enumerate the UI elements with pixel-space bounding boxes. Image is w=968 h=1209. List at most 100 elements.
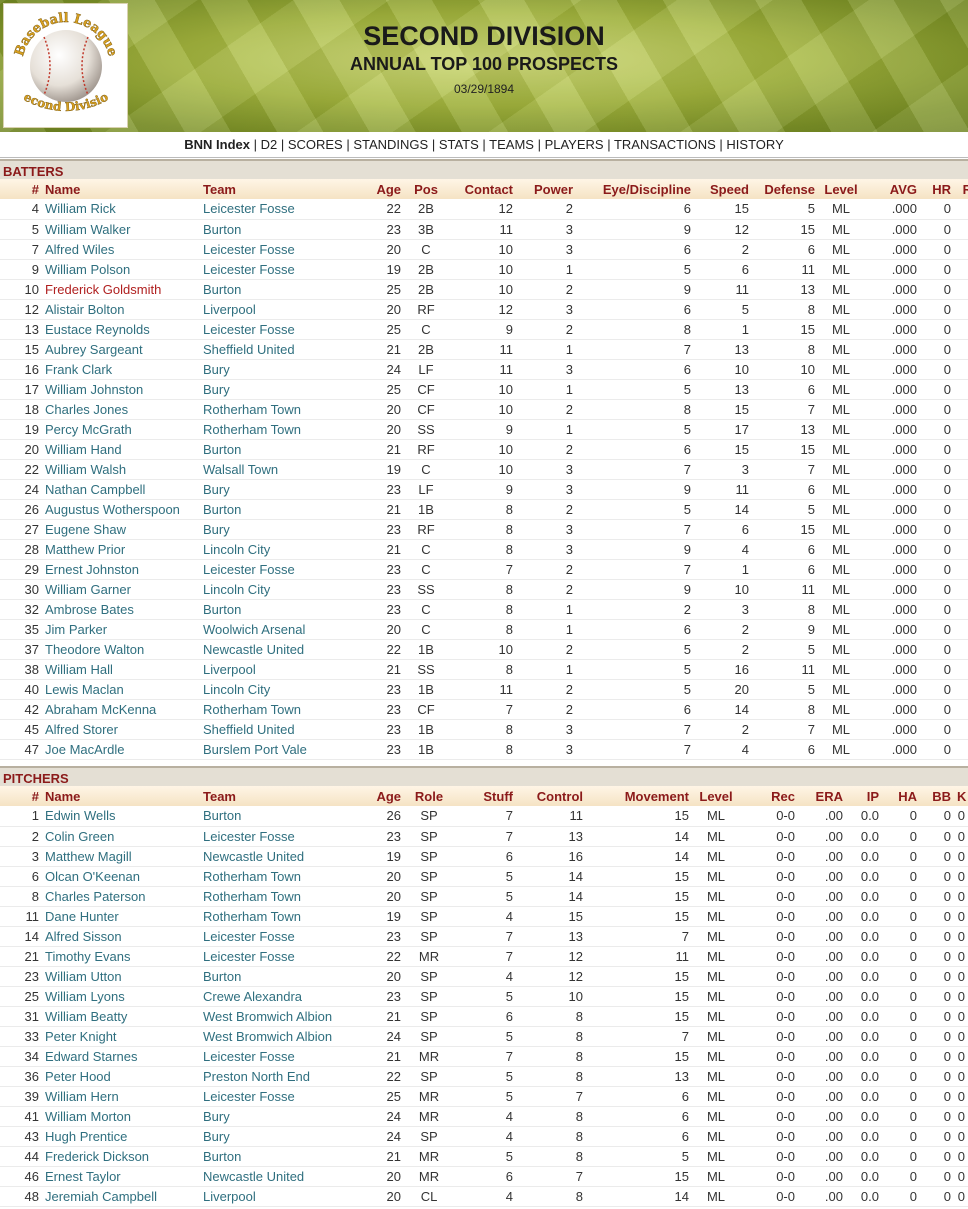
team-name-link[interactable]: Crewe Alexandra — [200, 986, 348, 1007]
column-header-age[interactable]: Age — [348, 786, 404, 806]
player-name-link[interactable]: William Walsh — [42, 459, 200, 480]
player-name-link[interactable]: Joe MacArdle — [42, 739, 200, 760]
column-header-role[interactable]: Role — [404, 786, 454, 806]
nav-link-players[interactable]: PLAYERS — [545, 137, 604, 152]
player-name-link[interactable]: William Morton — [42, 1106, 200, 1127]
team-name-link[interactable]: Newcastle United — [200, 639, 348, 660]
team-name-link[interactable]: Leicester Fosse — [200, 259, 348, 280]
team-name-link[interactable]: Leicester Fosse — [200, 239, 348, 260]
player-name-link[interactable]: Jeremiah Campbell — [42, 1186, 200, 1207]
team-name-link[interactable]: Burton — [200, 499, 348, 520]
team-name-link[interactable]: Rotherham Town — [200, 906, 348, 927]
team-name-link[interactable]: Walsall Town — [200, 459, 348, 480]
player-name-link[interactable]: Aubrey Sargeant — [42, 339, 200, 360]
column-header-eye-discipline[interactable]: Eye/Discipline — [576, 179, 694, 199]
team-name-link[interactable]: Burton — [200, 219, 348, 240]
team-name-link[interactable]: Leicester Fosse — [200, 199, 348, 220]
player-name-link[interactable]: William Rick — [42, 199, 200, 220]
nav-link-history[interactable]: HISTORY — [726, 137, 783, 152]
team-name-link[interactable]: Bury — [200, 379, 348, 400]
column-header-speed[interactable]: Speed — [694, 179, 752, 199]
column-header-team[interactable]: Team — [200, 179, 348, 199]
team-name-link[interactable]: Burton — [200, 439, 348, 460]
team-name-link[interactable]: Burton — [200, 806, 348, 827]
team-name-link[interactable]: Leicester Fosse — [200, 319, 348, 340]
column-header-pos[interactable]: Pos — [404, 179, 448, 199]
player-name-link[interactable]: William Garner — [42, 579, 200, 600]
player-name-link[interactable]: Ernest Taylor — [42, 1166, 200, 1187]
player-name-link[interactable]: Ernest Johnston — [42, 559, 200, 580]
column-header-defense[interactable]: Defense — [752, 179, 818, 199]
player-name-link[interactable]: Percy McGrath — [42, 419, 200, 440]
player-name-link[interactable]: Olcan O'Keenan — [42, 866, 200, 887]
nav-link-teams[interactable]: TEAMS — [489, 137, 534, 152]
team-name-link[interactable]: Lincoln City — [200, 579, 348, 600]
column-header-level[interactable]: Level — [692, 786, 740, 806]
player-name-link[interactable]: Edward Starnes — [42, 1046, 200, 1067]
column-header-hr[interactable]: HR — [920, 179, 954, 199]
team-name-link[interactable]: Leicester Fosse — [200, 826, 348, 847]
team-name-link[interactable]: Bury — [200, 479, 348, 500]
player-name-link[interactable]: Charles Jones — [42, 399, 200, 420]
nav-link-d2[interactable]: D2 — [261, 137, 278, 152]
player-name-link[interactable]: Ambrose Bates — [42, 599, 200, 620]
player-name-link[interactable]: Nathan Campbell — [42, 479, 200, 500]
player-name-link[interactable]: William Polson — [42, 259, 200, 280]
team-name-link[interactable]: Rotherham Town — [200, 886, 348, 907]
player-name-link[interactable]: Augustus Wotherspoon — [42, 499, 200, 520]
column-header-age[interactable]: Age — [348, 179, 404, 199]
team-name-link[interactable]: Bury — [200, 519, 348, 540]
column-header-era[interactable]: ERA — [798, 786, 846, 806]
team-name-link[interactable]: Burton — [200, 966, 348, 987]
column-header-avg[interactable]: AVG — [864, 179, 920, 199]
player-name-link[interactable]: Frederick Goldsmith — [42, 279, 200, 300]
player-name-link[interactable]: Charles Paterson — [42, 886, 200, 907]
team-name-link[interactable]: Sheffield United — [200, 339, 348, 360]
column-header-stuff[interactable]: Stuff — [454, 786, 516, 806]
team-name-link[interactable]: Woolwich Arsenal — [200, 619, 348, 640]
team-name-link[interactable]: West Bromwich Albion — [200, 1006, 348, 1027]
column-header-k[interactable]: K — [954, 786, 968, 806]
player-name-link[interactable]: Colin Green — [42, 826, 200, 847]
column-header-level[interactable]: Level — [818, 179, 864, 199]
team-name-link[interactable]: Leicester Fosse — [200, 559, 348, 580]
team-name-link[interactable]: Sheffield United — [200, 719, 348, 740]
column-header-name[interactable]: Name — [42, 179, 200, 199]
player-name-link[interactable]: Theodore Walton — [42, 639, 200, 660]
player-name-link[interactable]: William Hern — [42, 1086, 200, 1107]
player-name-link[interactable]: William Lyons — [42, 986, 200, 1007]
team-name-link[interactable]: Burton — [200, 1146, 348, 1167]
column-header-rec[interactable]: Rec — [740, 786, 798, 806]
player-name-link[interactable]: Matthew Prior — [42, 539, 200, 560]
column-header-rbi[interactable]: RBI — [954, 179, 968, 199]
team-name-link[interactable]: Liverpool — [200, 659, 348, 680]
player-name-link[interactable]: Alfred Sisson — [42, 926, 200, 947]
team-name-link[interactable]: Rotherham Town — [200, 866, 348, 887]
team-name-link[interactable]: Newcastle United — [200, 846, 348, 867]
player-name-link[interactable]: Jim Parker — [42, 619, 200, 640]
player-name-link[interactable]: Alfred Storer — [42, 719, 200, 740]
team-name-link[interactable]: Liverpool — [200, 1186, 348, 1207]
player-name-link[interactable]: William Hall — [42, 659, 200, 680]
team-name-link[interactable]: Burton — [200, 599, 348, 620]
column-header-contact[interactable]: Contact — [448, 179, 516, 199]
player-name-link[interactable]: Alistair Bolton — [42, 299, 200, 320]
nav-link-transactions[interactable]: TRANSACTIONS — [614, 137, 716, 152]
team-name-link[interactable]: Preston North End — [200, 1066, 348, 1087]
column-header-ip[interactable]: IP — [846, 786, 882, 806]
team-name-link[interactable]: Leicester Fosse — [200, 1086, 348, 1107]
column-header-movement[interactable]: Movement — [586, 786, 692, 806]
player-name-link[interactable]: Alfred Wiles — [42, 239, 200, 260]
team-name-link[interactable]: Leicester Fosse — [200, 946, 348, 967]
column-header-team[interactable]: Team — [200, 786, 348, 806]
team-name-link[interactable]: Leicester Fosse — [200, 1046, 348, 1067]
player-name-link[interactable]: William Walker — [42, 219, 200, 240]
column-header-control[interactable]: Control — [516, 786, 586, 806]
column-header-bb[interactable]: BB — [920, 786, 954, 806]
player-name-link[interactable]: Eustace Reynolds — [42, 319, 200, 340]
player-name-link[interactable]: Timothy Evans — [42, 946, 200, 967]
column-header-power[interactable]: Power — [516, 179, 576, 199]
nav-link-bnn-index[interactable]: BNN Index — [184, 137, 250, 152]
team-name-link[interactable]: Lincoln City — [200, 679, 348, 700]
player-name-link[interactable]: William Utton — [42, 966, 200, 987]
